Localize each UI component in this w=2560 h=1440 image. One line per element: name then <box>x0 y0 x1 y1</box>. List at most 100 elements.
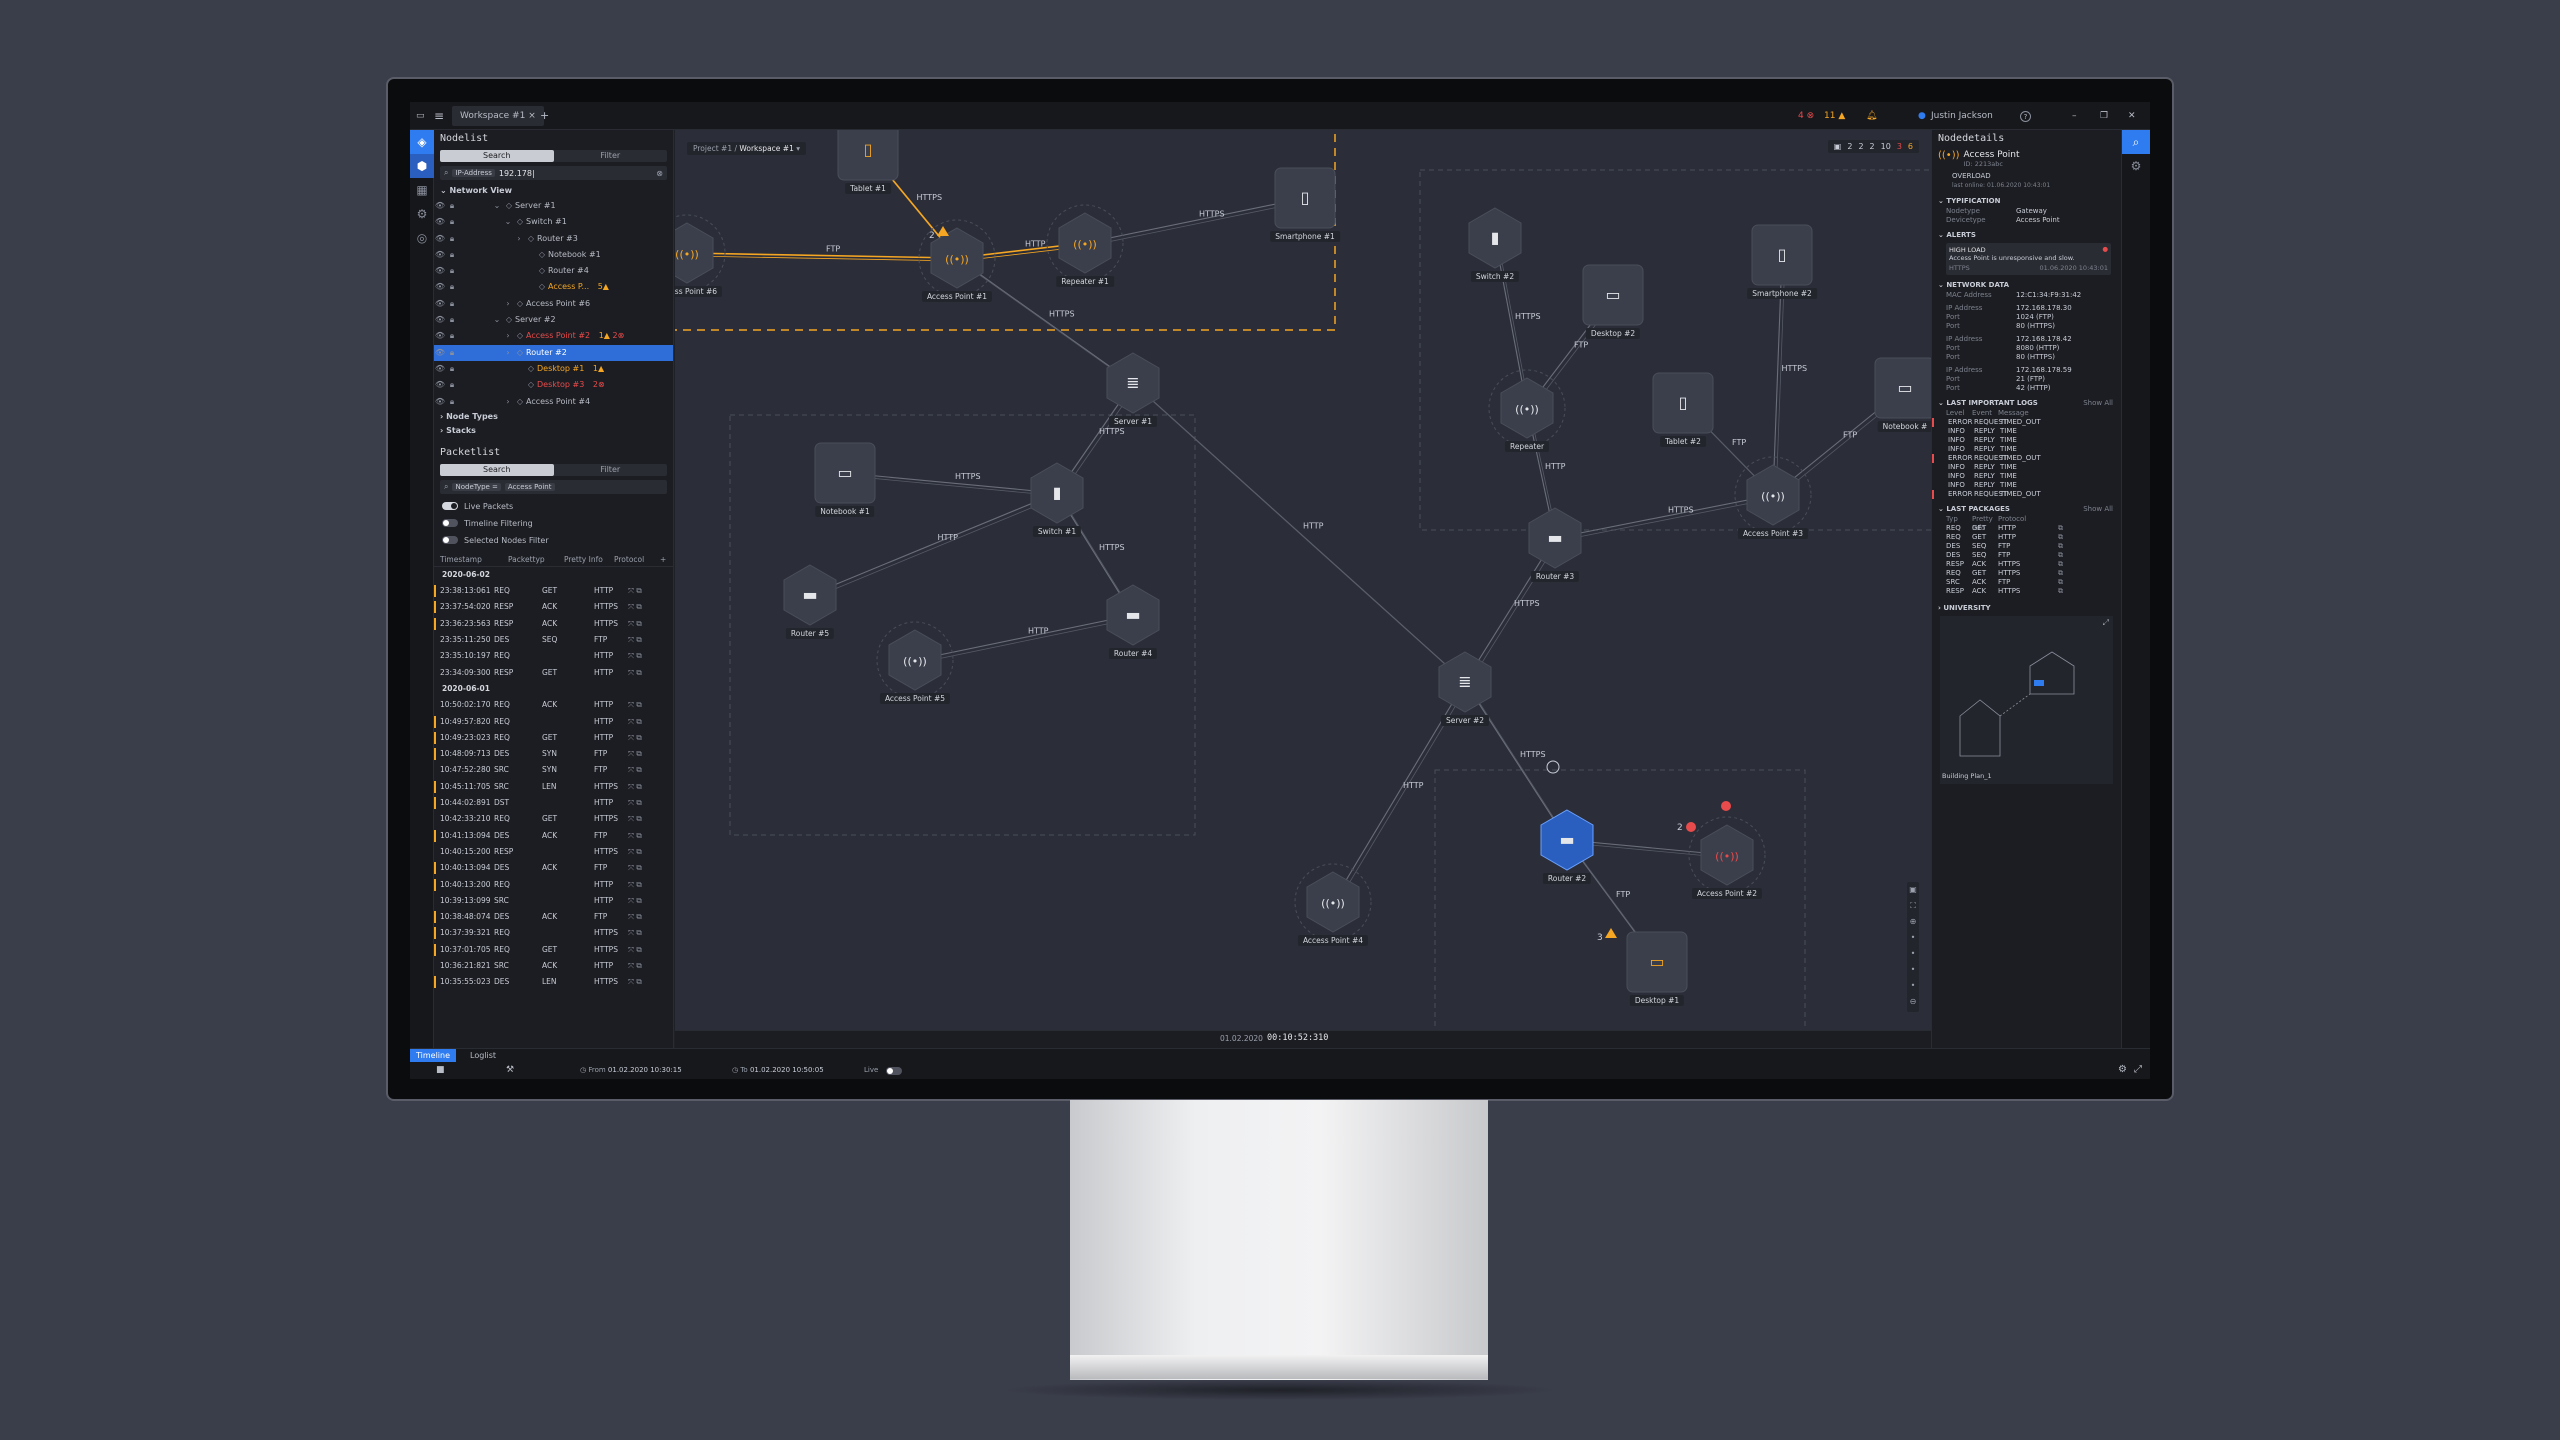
lock-icon[interactable]: 🔒︎ <box>446 394 458 410</box>
minimize-icon[interactable]: – <box>2072 102 2077 130</box>
nodelist-filter-tab[interactable]: Filter <box>554 150 668 162</box>
inspect-icon[interactable]: ⤧ ⧉ <box>628 844 648 860</box>
inspect-icon[interactable]: ⧉ <box>2058 551 2063 560</box>
lock-icon[interactable]: 🔒︎ <box>446 328 458 344</box>
eye-icon[interactable]: 👁︎ <box>434 263 446 279</box>
packages-section[interactable]: ⌄ LAST PACKAGES Show All <box>1932 503 2121 515</box>
fit-icon[interactable]: ⛶ <box>1907 898 1919 914</box>
eye-icon[interactable]: 👁︎ <box>434 296 446 312</box>
close-tab-icon[interactable]: × <box>528 111 536 121</box>
tree-row[interactable]: 👁︎ 🔒︎ › ◇ Access Point #6 <box>434 296 673 312</box>
inspect-icon[interactable]: ⤧ ⧉ <box>628 583 648 599</box>
tree-row[interactable]: 👁︎ 🔒︎ ◇ Router #4 <box>434 263 673 279</box>
package-row[interactable]: REQ GET HTTP ⧉ <box>1932 524 2121 533</box>
nodes-icon[interactable]: ◈ <box>410 130 434 154</box>
edge-label[interactable]: HTTPS <box>1199 210 1225 219</box>
inspect-icon[interactable]: ⤧ ⧉ <box>628 599 648 615</box>
packet-row[interactable]: 23:35:10:197 REQ HTTP ⤧ ⧉ <box>434 648 673 664</box>
node-label[interactable]: Smartphone #1 <box>1270 231 1340 242</box>
node-label[interactable]: Switch #2 <box>1470 271 1520 282</box>
edge-label[interactable]: FTP <box>1732 438 1746 447</box>
inspect-icon[interactable]: ⤧ ⧉ <box>628 811 648 827</box>
inspect-icon[interactable]: ⤧ ⧉ <box>628 746 648 762</box>
eye-icon[interactable]: 👁︎ <box>434 247 446 263</box>
inspect-icon[interactable]: ⤧ ⧉ <box>628 893 648 909</box>
network-data-section[interactable]: ⌄ NETWORK DATA <box>1932 279 2121 291</box>
tab-loglist[interactable]: Loglist <box>464 1049 502 1062</box>
timeline-strip[interactable]: 01.02.2020 00:10:52:310 <box>675 1030 1931 1048</box>
zoom-level-dot[interactable]: • <box>1907 930 1919 946</box>
node-label[interactable]: Desktop #2 <box>1585 328 1641 339</box>
sidebar-toggle-icon[interactable]: ▭ <box>416 102 425 130</box>
log-row[interactable]: INFO REPLY TIME <box>1932 463 2121 472</box>
typification-section[interactable]: ⌄ TYPIFICATION <box>1932 195 2121 207</box>
add-column-button[interactable]: + <box>660 553 666 566</box>
network-view-section[interactable]: ⌄ Network View <box>434 184 673 198</box>
expand-chevron-icon[interactable]: › <box>502 296 514 312</box>
breadcrumb-workspace[interactable]: Workspace #1 <box>739 144 793 153</box>
toggle-row[interactable]: Live Packets <box>434 498 673 515</box>
packet-row[interactable]: 10:49:57:820 REQ HTTP ⤧ ⧉ <box>434 714 673 730</box>
log-row[interactable]: ERROR REQUEST TIMED_OUT <box>1932 454 2121 463</box>
settings-icon[interactable]: ⚙ <box>2122 154 2150 178</box>
packetlist-search-input[interactable]: ⌕ NodeType = Access Point <box>440 479 667 494</box>
search-field-chip[interactable]: IP-Address <box>452 169 495 177</box>
package-row[interactable]: DES SEQ FTP ⧉ <box>1932 542 2121 551</box>
col-timestamp[interactable]: Timestamp <box>440 553 508 566</box>
network-edge[interactable] <box>917 617 1137 664</box>
packet-row[interactable]: 10:44:02:891 DST HTTP ⤧ ⧉ <box>434 795 673 811</box>
edge-label[interactable]: HTTPS <box>955 472 981 481</box>
expand-icon[interactable]: ⤢ <box>2103 618 2109 628</box>
lock-icon[interactable]: 🔒︎ <box>446 263 458 279</box>
inspect-icon[interactable]: ⤧ ⧉ <box>628 942 648 958</box>
node-label[interactable]: Router #4 <box>1108 648 1158 659</box>
lock-icon[interactable]: 🔒︎ <box>446 214 458 230</box>
university-section[interactable]: › UNIVERSITY <box>1932 602 2121 614</box>
node-label[interactable]: Smartphone #2 <box>1747 288 1817 299</box>
tree-row[interactable]: 👁︎ 🔒︎ ⌄ ◇ Server #1 <box>434 198 673 214</box>
inspect-icon[interactable]: ⧉ <box>2058 578 2063 587</box>
package-row[interactable]: RESP ACK HTTPS ⧉ <box>1932 587 2121 596</box>
cube-icon[interactable]: ⬢ <box>410 154 434 178</box>
expand-chevron-icon[interactable]: ⌄ <box>502 214 514 230</box>
edge-label[interactable]: HTTP <box>1303 522 1324 531</box>
breadcrumb-project[interactable]: Project #1 / <box>693 144 737 153</box>
edge-label[interactable]: HTTPS <box>1514 599 1540 608</box>
package-row[interactable]: SRC ACK FTP ⧉ <box>1932 578 2121 587</box>
tab-timeline[interactable]: Timeline <box>410 1049 457 1062</box>
edge-label[interactable]: HTTPS <box>1099 543 1125 552</box>
magic-wand-icon[interactable]: ⚒ <box>506 1065 514 1075</box>
search-value[interactable]: 192.178| <box>499 169 535 178</box>
node-label[interactable]: Router #3 <box>1530 571 1580 582</box>
edge-label[interactable]: HTTPS <box>1099 427 1125 436</box>
packet-row[interactable]: 10:47:52:280 SRC SYN FTP ⤧ ⧉ <box>434 762 673 778</box>
eye-icon[interactable]: 👁︎ <box>434 361 446 377</box>
log-row[interactable]: ERROR REQUEST TIMED_OUT <box>1932 490 2121 499</box>
col-protocol[interactable]: Protocol <box>614 553 660 566</box>
network-edge[interactable] <box>1135 385 1469 686</box>
log-row[interactable]: ERROR REQUEST TIMED_OUT <box>1932 418 2121 427</box>
node-label[interactable]: Access Point #2 <box>1691 888 1763 899</box>
node-label[interactable]: Repeater <box>1504 441 1550 452</box>
node-types-section[interactable]: › Node Types <box>434 410 673 424</box>
packetlist-filter-tab[interactable]: Filter <box>554 464 668 476</box>
log-row[interactable]: INFO REPLY TIME <box>1932 472 2121 481</box>
alert-card[interactable]: HIGH LOAD Access Point is unresponsive a… <box>1946 243 2111 275</box>
tree-row[interactable]: 👁︎ 🔒︎ ◇ Access P... 5▲ <box>434 279 673 295</box>
alerts-section[interactable]: ⌄ ALERTS <box>1932 229 2121 241</box>
settings-node-icon[interactable] <box>1546 760 1560 774</box>
node-label[interactable]: Desktop #1 <box>1629 995 1685 1006</box>
inspect-icon[interactable]: ⤧ ⧉ <box>628 860 648 876</box>
lock-icon[interactable]: 🔒︎ <box>446 345 458 361</box>
logs-show-all[interactable]: Show All <box>2083 397 2113 409</box>
node-label[interactable]: Notebook #1 <box>815 506 875 517</box>
node-label[interactable]: Repeater #1 <box>1056 276 1114 287</box>
inspect-icon[interactable]: ⤧ ⧉ <box>628 697 648 713</box>
inspect-icon[interactable]: ⧉ <box>2058 542 2063 551</box>
target-icon[interactable]: ◎ <box>410 226 434 250</box>
eye-icon[interactable]: 👁︎ <box>434 328 446 344</box>
toggle-row[interactable]: Timeline Filtering <box>434 515 673 532</box>
inspect-icon[interactable]: ⧉ <box>2058 524 2063 533</box>
inspect-icon[interactable]: ⤧ ⧉ <box>628 730 648 746</box>
edge-label[interactable]: FTP <box>826 245 840 254</box>
